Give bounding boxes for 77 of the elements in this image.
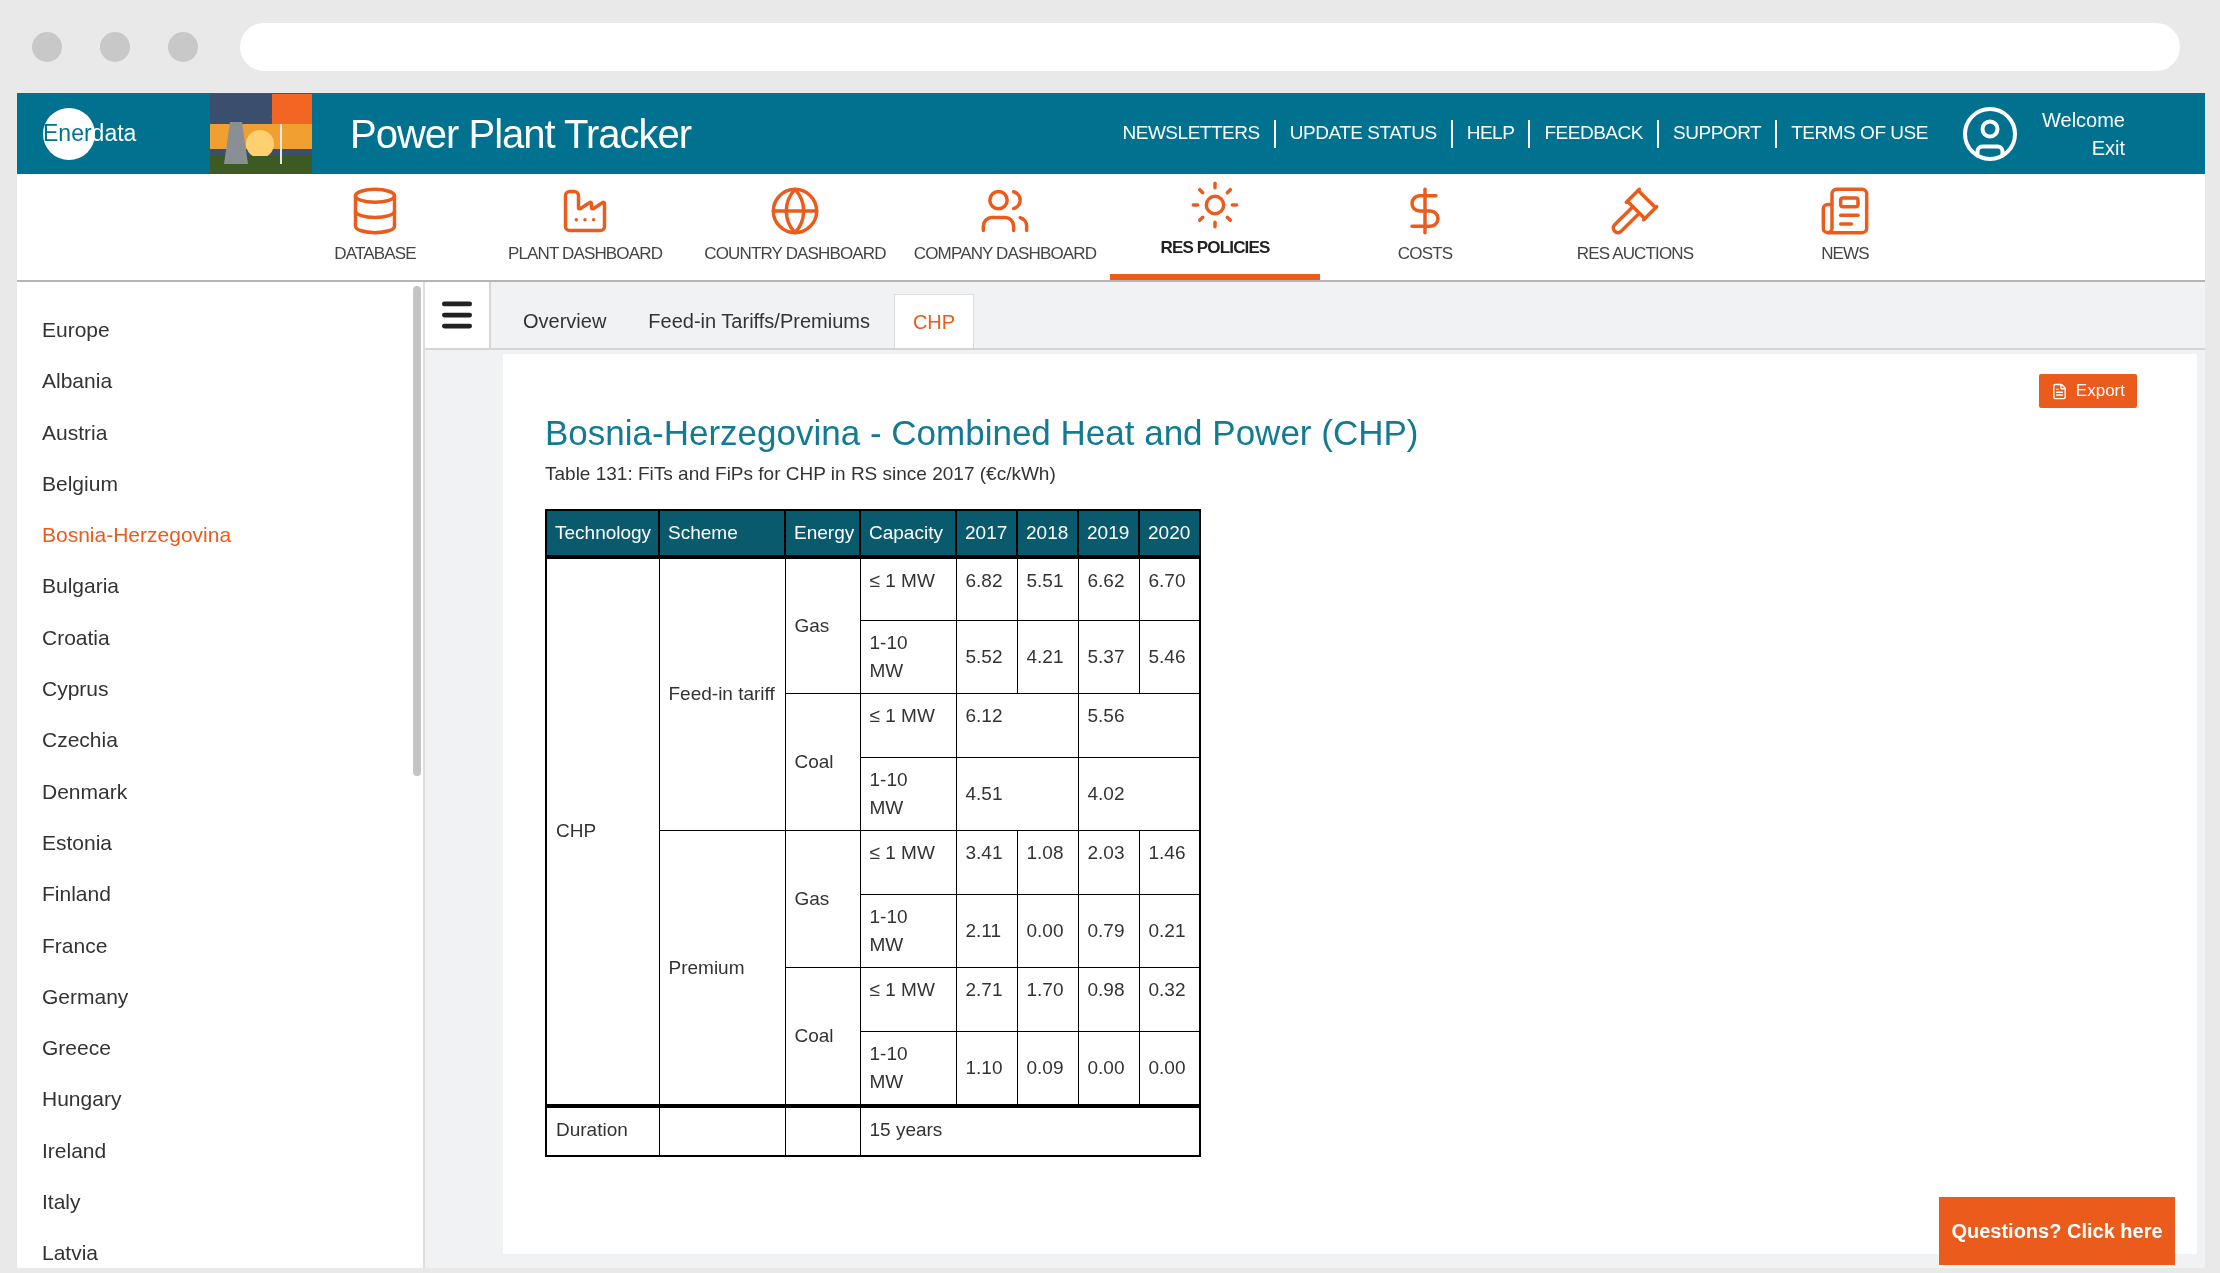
tab[interactable]: Overview bbox=[505, 294, 625, 348]
sidebar-item[interactable]: Czechia bbox=[17, 714, 423, 766]
sidebar-item[interactable]: Estonia bbox=[17, 816, 423, 869]
column-header: 2019 bbox=[1078, 509, 1139, 557]
table-cell: 3.41 bbox=[956, 830, 1017, 895]
table-cell: 6.12 bbox=[956, 693, 1078, 758]
nav-tab[interactable]: PLANT DASHBOARD bbox=[480, 174, 690, 280]
column-header: 2017 bbox=[956, 509, 1017, 557]
table-cell: 6.82 bbox=[956, 556, 1017, 621]
sidebar-item[interactable]: Greece bbox=[17, 1022, 423, 1074]
sidebar-item[interactable]: Latvia bbox=[17, 1227, 423, 1273]
table-cell: 1.08 bbox=[1017, 830, 1078, 895]
table-cell: Coal bbox=[785, 693, 860, 831]
sidebar-item[interactable]: Finland bbox=[17, 868, 423, 920]
table-cell: ≤ 1 MW bbox=[860, 693, 956, 758]
tab[interactable]: Feed-in Tariffs/Premiums bbox=[630, 294, 888, 348]
sidebar-item[interactable]: Cyprus bbox=[17, 663, 423, 715]
table-cell: 2.11 bbox=[956, 894, 1017, 968]
nav-tab[interactable]: DATABASE bbox=[270, 174, 480, 280]
app-title: Power Plant Tracker bbox=[350, 110, 692, 158]
table-cell: 6.62 bbox=[1078, 556, 1139, 621]
welcome-text: Welcome bbox=[2042, 107, 2125, 133]
nav-tab[interactable]: COUNTRY DASHBOARD bbox=[690, 174, 900, 280]
table-cell: Feed-in tariff bbox=[659, 556, 785, 831]
sidebar-item[interactable]: Denmark bbox=[17, 765, 423, 817]
table-cell: 0.98 bbox=[1078, 967, 1139, 1032]
scrollbar[interactable] bbox=[413, 286, 421, 776]
column-header: Capacity bbox=[860, 509, 956, 557]
sidebar-item[interactable]: Italy bbox=[17, 1176, 423, 1228]
header-link[interactable]: TERMS OF USE bbox=[1791, 119, 1928, 148]
table-cell: 1-10 MW bbox=[860, 894, 956, 968]
table-cell: Gas bbox=[785, 556, 860, 694]
page-title: Bosnia-Herzegovina - Combined Heat and Power (CHP) bbox=[545, 412, 1419, 454]
table-cell: Gas bbox=[785, 830, 860, 968]
sidebar-item[interactable]: Hungary bbox=[17, 1073, 423, 1125]
table-cell: ≤ 1 MW bbox=[860, 830, 956, 895]
header-link[interactable]: SUPPORT bbox=[1673, 119, 1762, 148]
sidebar-item[interactable]: Belgium bbox=[17, 457, 423, 510]
sidebar-item[interactable]: Austria bbox=[17, 406, 423, 458]
table-cell: 1-10 MW bbox=[860, 620, 956, 694]
sidebar-item[interactable]: Ireland bbox=[17, 1124, 423, 1177]
column-header: Scheme bbox=[659, 509, 785, 557]
column-header: 2020 bbox=[1139, 509, 1200, 557]
table-cell: 1-10 MW bbox=[860, 757, 956, 831]
table-cell: 5.51 bbox=[1017, 556, 1078, 621]
header-link[interactable]: HELP bbox=[1466, 119, 1515, 148]
document-icon bbox=[2050, 382, 2068, 400]
menu-button[interactable] bbox=[425, 282, 491, 348]
exit-link[interactable]: Exit bbox=[2091, 133, 2125, 162]
sidebar-item[interactable]: France bbox=[17, 919, 423, 971]
nav-tab[interactable]: RES AUCTIONS bbox=[1530, 174, 1740, 280]
table-cell: 2.71 bbox=[956, 967, 1017, 1032]
table-cell: ≤ 1 MW bbox=[860, 556, 956, 621]
nav-tab[interactable]: COSTS bbox=[1320, 174, 1530, 280]
table-cell: 4.21 bbox=[1017, 620, 1078, 694]
nav-tab[interactable]: COMPANY DASHBOARD bbox=[900, 174, 1110, 280]
column-header: Energy bbox=[785, 509, 860, 557]
table-cell: 4.51 bbox=[956, 757, 1078, 831]
column-header: Technology bbox=[546, 509, 659, 557]
header-link[interactable]: UPDATE STATUS bbox=[1289, 119, 1437, 148]
sidebar-item[interactable]: Croatia bbox=[17, 611, 423, 664]
table-cell: ≤ 1 MW bbox=[860, 967, 956, 1032]
table-caption: Table 131: FiTs and FiPs for CHP in RS since 2017 (€c/kWh) bbox=[545, 463, 1056, 484]
table-cell: 0.00 bbox=[1017, 894, 1078, 968]
header-link[interactable]: FEEDBACK bbox=[1544, 119, 1643, 148]
column-header: 2018 bbox=[1017, 509, 1078, 557]
table-cell: 1.70 bbox=[1017, 967, 1078, 1032]
table-cell: 5.37 bbox=[1078, 620, 1139, 694]
sidebar-item[interactable]: Europe bbox=[17, 304, 423, 356]
sidebar-item[interactable]: Albania bbox=[17, 355, 423, 407]
table-cell: 2.03 bbox=[1078, 830, 1139, 895]
nav-tab[interactable]: NEWS bbox=[1740, 174, 1950, 280]
table-cell: 0.79 bbox=[1078, 894, 1139, 968]
header-link[interactable]: NEWSLETTERS bbox=[1122, 119, 1260, 148]
sidebar-item[interactable]: Bulgaria bbox=[17, 560, 423, 612]
sidebar-item[interactable]: Germany bbox=[17, 970, 423, 1023]
table-cell: 5.52 bbox=[956, 620, 1017, 694]
